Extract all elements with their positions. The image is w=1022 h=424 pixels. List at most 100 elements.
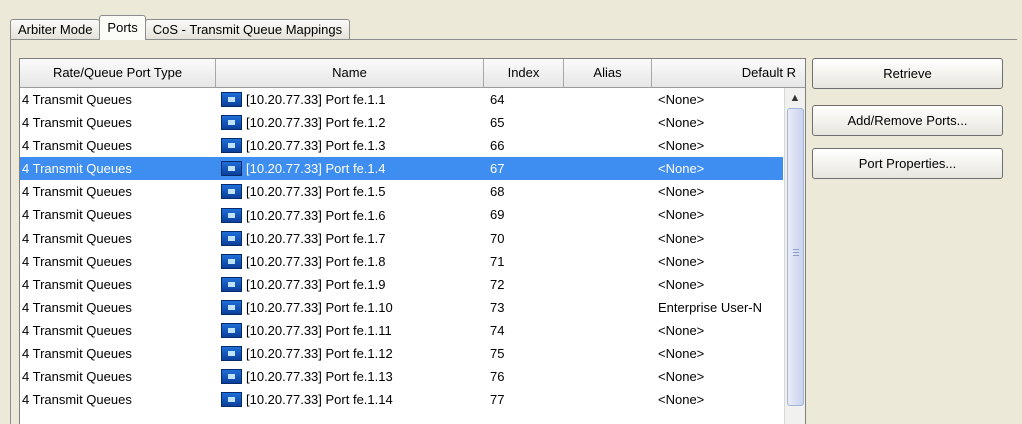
table-row[interactable]: 4 Transmit Queues [10.20.77.33] Port fe.1…	[20, 365, 783, 388]
column-header-default-r[interactable]: Default R	[652, 59, 804, 87]
cell-name: [10.20.77.33] Port fe.1.10	[216, 296, 484, 319]
cell-alias	[564, 296, 652, 319]
table-row[interactable]: 4 Transmit Queues [10.20.77.33] Port fe.1…	[20, 250, 783, 273]
tab-arbiter-mode[interactable]: Arbiter Mode	[10, 19, 101, 40]
column-header-rate-queue-port-type[interactable]: Rate/Queue Port Type	[20, 59, 216, 87]
cell-port-type: 4 Transmit Queues	[22, 92, 132, 107]
cell-name: [10.20.77.33] Port fe.1.7	[216, 227, 484, 250]
port-icon	[221, 184, 242, 200]
cell-index: 76	[490, 369, 505, 385]
cell-name: [10.20.77.33] Port fe.1.4	[216, 157, 484, 180]
table-row[interactable]: 4 Transmit Queues [10.20.77.33] Port fe.1…	[20, 157, 783, 181]
port-name-text: [10.20.77.33] Port fe.1.3	[246, 138, 386, 154]
cell-alias	[564, 203, 652, 226]
cell-default: Enterprise User-N	[658, 299, 763, 315]
table-row[interactable]: 4 Transmit Queues [10.20.77.33] Port fe.1…	[20, 134, 783, 157]
cell-name: [10.20.77.33] Port fe.1.6	[216, 203, 484, 226]
cell-alias	[564, 319, 652, 342]
table-row[interactable]: 4 Transmit Queues [10.20.77.33] Port fe.1…	[20, 319, 783, 342]
scrollbar-thumb[interactable]	[787, 108, 804, 406]
port-name-text: [10.20.77.33] Port fe.1.9	[246, 276, 386, 292]
table-row[interactable]: 4 Transmit Queues [10.20.77.33] Port fe.1…	[20, 203, 783, 226]
cell-name: [10.20.77.33] Port fe.1.13	[216, 365, 484, 388]
port-name-text: [10.20.77.33] Port fe.1.11	[246, 322, 392, 338]
table-row[interactable]: 4 Transmit Queues [10.20.77.33] Port fe.1…	[20, 296, 783, 319]
cell-index: 68	[490, 184, 505, 200]
vertical-scrollbar[interactable]: ▲	[784, 88, 805, 424]
cell-name: [10.20.77.33] Port fe.1.8	[216, 250, 484, 273]
port-icon	[221, 392, 242, 408]
cell-port-type: 4 Transmit Queues	[22, 392, 132, 408]
cell-alias	[564, 342, 652, 365]
table-header: Rate/Queue Port Type Name Index Alias De…	[20, 59, 805, 88]
port-icon	[221, 369, 242, 385]
table-body: 4 Transmit Queues [10.20.77.33] Port fe.1…	[20, 88, 783, 411]
cell-index: 73	[490, 299, 505, 315]
table-row[interactable]: 4 Transmit Queues [10.20.77.33] Port fe.1…	[20, 180, 783, 203]
port-icon	[221, 207, 242, 223]
table-row[interactable]: 4 Transmit Queues [10.20.77.33] Port fe.1…	[20, 111, 783, 134]
cell-port-type: 4 Transmit Queues	[22, 276, 132, 292]
add-remove-ports-button[interactable]: Add/Remove Ports...	[812, 105, 1003, 136]
table-row[interactable]: 4 Transmit Queues [10.20.77.33] Port fe.1…	[20, 388, 783, 411]
cell-default: <None>	[658, 138, 705, 154]
cell-alias	[564, 111, 652, 134]
tab-bar: Arbiter Mode Ports CoS - Transmit Queue …	[10, 14, 351, 40]
cell-port-type: 4 Transmit Queues	[22, 115, 132, 131]
port-name-text: [10.20.77.33] Port fe.1.2	[246, 115, 386, 131]
port-name-text: [10.20.77.33] Port fe.1.5	[246, 184, 386, 200]
cell-index: 75	[490, 346, 505, 362]
cell-port-type: 4 Transmit Queues	[22, 184, 132, 200]
cell-default: <None>	[658, 346, 705, 362]
cell-port-type: 4 Transmit Queues	[22, 207, 132, 223]
table-row[interactable]: 4 Transmit Queues [10.20.77.33] Port fe.1…	[20, 227, 783, 250]
cell-default: <None>	[658, 184, 705, 200]
port-name-text: [10.20.77.33] Port fe.1.12	[246, 346, 393, 362]
port-name-text: [10.20.77.33] Port fe.1.13	[246, 369, 393, 385]
table-row[interactable]: 4 Transmit Queues [10.20.77.33] Port fe.1…	[20, 273, 783, 296]
cell-default: <None>	[658, 392, 705, 408]
port-icon	[221, 253, 242, 269]
cell-name: [10.20.77.33] Port fe.1.1	[216, 88, 484, 111]
cell-port-type: 4 Transmit Queues	[22, 138, 132, 154]
cell-alias	[564, 134, 652, 157]
cell-index: 67	[490, 161, 505, 177]
cell-name: [10.20.77.33] Port fe.1.12	[216, 342, 484, 365]
table-row[interactable]: 4 Transmit Queues [10.20.77.33] Port fe.1…	[20, 342, 783, 365]
retrieve-button[interactable]: Retrieve	[812, 58, 1003, 89]
port-icon	[221, 138, 242, 154]
port-properties-button[interactable]: Port Properties...	[812, 148, 1003, 179]
port-name-text: [10.20.77.33] Port fe.1.1	[246, 92, 386, 108]
grip-icon	[793, 249, 799, 258]
column-header-alias[interactable]: Alias	[564, 59, 652, 87]
port-icon	[221, 322, 242, 338]
cell-default: <None>	[658, 115, 705, 131]
cell-default: <None>	[658, 253, 705, 269]
cell-alias	[564, 388, 652, 411]
chevron-up-icon[interactable]: ▲	[785, 88, 805, 108]
cell-index: 70	[490, 230, 505, 246]
cell-port-type: 4 Transmit Queues	[22, 322, 132, 338]
port-name-text: [10.20.77.33] Port fe.1.4	[246, 161, 386, 177]
column-header-index[interactable]: Index	[484, 59, 564, 87]
tab-cos-transmit-queue-mappings[interactable]: CoS - Transmit Queue Mappings	[144, 19, 351, 40]
port-icon	[221, 346, 242, 362]
port-icon	[221, 161, 242, 177]
cell-index: 64	[490, 92, 505, 107]
cell-index: 69	[490, 207, 505, 223]
cell-port-type: 4 Transmit Queues	[22, 299, 132, 315]
cell-default: <None>	[658, 369, 705, 385]
port-icon	[221, 115, 242, 131]
tab-ports[interactable]: Ports	[99, 15, 146, 40]
port-icon	[221, 299, 242, 315]
cell-name: [10.20.77.33] Port fe.1.9	[216, 273, 484, 296]
cell-default: <None>	[658, 276, 705, 292]
port-icon	[221, 276, 242, 292]
table-row[interactable]: 4 Transmit Queues [10.20.77.33] Port fe.1…	[20, 88, 783, 111]
cell-port-type: 4 Transmit Queues	[22, 230, 132, 246]
column-header-name[interactable]: Name	[216, 59, 484, 87]
ports-table[interactable]: Rate/Queue Port Type Name Index Alias De…	[19, 58, 806, 424]
port-name-text: [10.20.77.33] Port fe.1.7	[246, 230, 386, 246]
port-icon	[221, 92, 242, 108]
cell-alias	[564, 273, 652, 296]
